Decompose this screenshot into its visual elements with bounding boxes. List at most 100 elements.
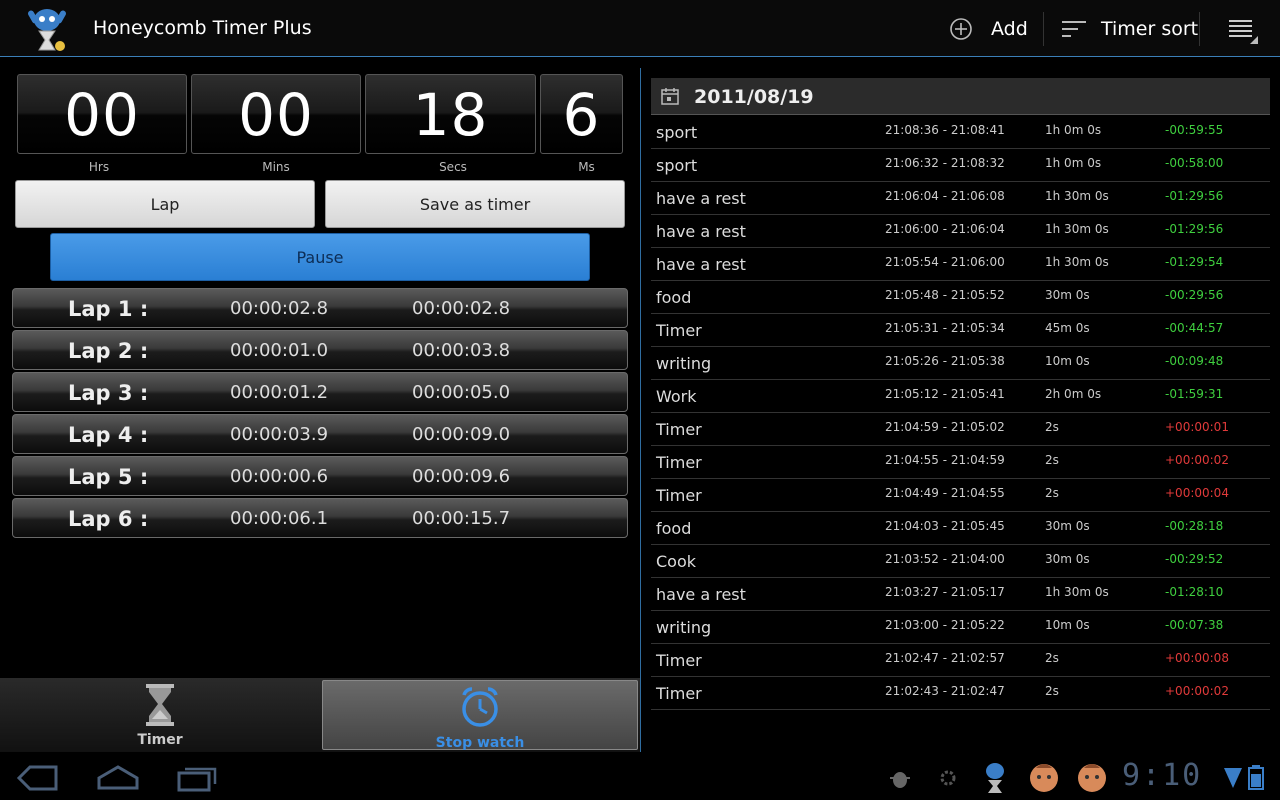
history-difference: -00:29:56 bbox=[1165, 288, 1224, 302]
history-difference: -00:44:57 bbox=[1165, 321, 1224, 335]
tab-stopwatch[interactable]: Stop watch bbox=[322, 680, 638, 751]
history-duration: 1h 30m 0s bbox=[1045, 189, 1109, 203]
history-difference: +00:00:01 bbox=[1165, 420, 1229, 434]
calendar-icon bbox=[661, 88, 679, 105]
tab-timer[interactable]: Timer bbox=[0, 678, 320, 750]
history-difference: -01:29:56 bbox=[1165, 222, 1224, 236]
lap-split: 00:00:06.1 bbox=[230, 508, 329, 529]
history-name: food bbox=[656, 519, 692, 538]
actionbar-divider bbox=[1043, 12, 1044, 46]
history-row[interactable]: Work 21:05:12 - 21:05:41 2h 0m 0s -01:59:31 bbox=[651, 380, 1270, 413]
history-row[interactable]: sport 21:06:32 - 21:08:32 1h 0m 0s -00:58:0… bbox=[651, 149, 1270, 182]
history-row[interactable]: food 21:05:48 - 21:05:52 30m 0s -00:29:56 bbox=[651, 281, 1270, 314]
back-icon[interactable] bbox=[16, 764, 58, 792]
history-duration: 30m 0s bbox=[1045, 288, 1090, 302]
history-name: Work bbox=[656, 387, 697, 406]
history-row[interactable]: Timer 21:04:49 - 21:04:55 2s +00:00:04 bbox=[651, 479, 1270, 512]
timer-sort-button[interactable]: Timer sort bbox=[1060, 14, 1198, 44]
add-circle-icon bbox=[950, 18, 972, 40]
alarm-clock-icon bbox=[462, 687, 498, 727]
lap-total: 00:00:09.6 bbox=[412, 466, 511, 487]
history-row[interactable]: have a rest 21:06:00 - 21:06:04 1h 30m 0s -… bbox=[651, 215, 1270, 248]
lap-total: 00:00:09.0 bbox=[412, 424, 511, 445]
history-row[interactable]: Timer 21:04:59 - 21:05:02 2s +00:00:01 bbox=[651, 413, 1270, 446]
save-as-timer-button[interactable]: Save as timer bbox=[325, 180, 625, 228]
add-label: Add bbox=[991, 18, 1028, 40]
history-row[interactable]: writing 21:05:26 - 21:05:38 10m 0s -00:09:4… bbox=[651, 347, 1270, 380]
lap-split: 00:00:03.9 bbox=[230, 424, 329, 445]
history-row[interactable]: have a rest 21:05:54 - 21:06:00 1h 30m 0s -… bbox=[651, 248, 1270, 281]
history-row[interactable]: have a rest 21:03:27 - 21:05:17 1h 30m 0s -… bbox=[651, 578, 1270, 611]
history-duration: 10m 0s bbox=[1045, 618, 1090, 632]
history-date-header: 2011/08/19 bbox=[651, 78, 1270, 115]
history-duration: 10m 0s bbox=[1045, 354, 1090, 368]
history-time-range: 21:02:43 - 21:02:47 bbox=[885, 684, 1005, 698]
history-row[interactable]: food 21:04:03 - 21:05:45 30m 0s -00:28:18 bbox=[651, 512, 1270, 545]
hours-label: Hrs bbox=[88, 160, 110, 174]
history-date: 2011/08/19 bbox=[694, 86, 814, 108]
history-time-range: 21:02:47 - 21:02:57 bbox=[885, 651, 1005, 665]
history-row[interactable]: sport 21:08:36 - 21:08:41 1h 0m 0s -00:59:5… bbox=[651, 116, 1270, 149]
android-debug-icon bbox=[890, 772, 910, 788]
history-name: Timer bbox=[656, 486, 702, 505]
history-name: Timer bbox=[656, 651, 702, 670]
lap-total: 00:00:15.7 bbox=[412, 508, 511, 529]
history-name: Timer bbox=[656, 321, 702, 340]
hours-display: 00 bbox=[17, 74, 187, 154]
history-difference: +00:00:08 bbox=[1165, 651, 1229, 665]
overflow-menu-icon[interactable] bbox=[1226, 16, 1260, 46]
pause-button[interactable]: Pause bbox=[50, 233, 590, 281]
history-duration: 30m 0s bbox=[1045, 552, 1090, 566]
history-row[interactable]: Timer 21:02:43 - 21:02:47 2s +00:00:02 bbox=[651, 677, 1270, 710]
seconds-display: 18 bbox=[365, 74, 536, 154]
history-time-range: 21:05:26 - 21:05:38 bbox=[885, 354, 1005, 368]
lap-button[interactable]: Lap bbox=[15, 180, 315, 228]
history-time-range: 21:04:03 - 21:05:45 bbox=[885, 519, 1005, 533]
history-time-range: 21:04:55 - 21:04:59 bbox=[885, 453, 1005, 467]
history-name: Timer bbox=[656, 453, 702, 472]
history-difference: -00:09:48 bbox=[1165, 354, 1224, 368]
pane-divider bbox=[640, 68, 641, 752]
history-duration: 2s bbox=[1045, 486, 1059, 500]
history-difference: -00:59:55 bbox=[1165, 123, 1224, 137]
actionbar-divider bbox=[1199, 12, 1200, 46]
history-name: sport bbox=[656, 156, 698, 175]
history-row[interactable]: Cook 21:03:52 - 21:04:00 30m 0s -00:29:52 bbox=[651, 545, 1270, 578]
add-button[interactable]: Add bbox=[948, 14, 1028, 44]
tab-stopwatch-label: Stop watch bbox=[435, 735, 525, 751]
app-title: Honeycomb Timer Plus bbox=[93, 17, 312, 39]
history-time-range: 21:06:04 - 21:06:08 bbox=[885, 189, 1005, 203]
history-row[interactable]: Timer 21:04:55 - 21:04:59 2s +00:00:02 bbox=[651, 446, 1270, 479]
history-name: writing bbox=[656, 618, 712, 637]
history-time-range: 21:06:00 - 21:06:04 bbox=[885, 222, 1005, 236]
home-icon[interactable] bbox=[96, 764, 140, 792]
history-row[interactable]: have a rest 21:06:04 - 21:06:08 1h 30m 0s -… bbox=[651, 182, 1270, 215]
timer-app-notification-icon bbox=[986, 763, 1004, 793]
hourglass-icon bbox=[146, 684, 174, 726]
system-bar bbox=[0, 752, 1280, 800]
app-logo-icon[interactable] bbox=[22, 4, 72, 52]
lap-split: 00:00:02.8 bbox=[230, 298, 329, 319]
lap-row: Lap 2 : 00:00:01.0 00:00:03.8 bbox=[12, 330, 628, 370]
history-time-range: 21:08:36 - 21:08:41 bbox=[885, 123, 1005, 137]
baby-face-icon bbox=[1030, 764, 1058, 792]
history-duration: 2h 0m 0s bbox=[1045, 387, 1102, 401]
history-time-range: 21:04:49 - 21:04:55 bbox=[885, 486, 1005, 500]
hours-value: 00 bbox=[64, 81, 140, 149]
lap-row: Lap 1 : 00:00:02.8 00:00:02.8 bbox=[12, 288, 628, 328]
lap-label: Lap 4 : bbox=[68, 423, 149, 447]
history-difference: +00:00:04 bbox=[1165, 486, 1229, 500]
history-difference: -01:59:31 bbox=[1165, 387, 1224, 401]
history-time-range: 21:05:48 - 21:05:52 bbox=[885, 288, 1005, 302]
lap-total: 00:00:03.8 bbox=[412, 340, 511, 361]
history-row[interactable]: Timer 21:05:31 - 21:05:34 45m 0s -00:44:57 bbox=[651, 314, 1270, 347]
system-clock: 9:10 bbox=[1122, 758, 1203, 793]
lap-label: Lap 6 : bbox=[68, 507, 149, 531]
recent-apps-icon[interactable] bbox=[176, 764, 218, 792]
seconds-value: 18 bbox=[412, 81, 489, 149]
lap-row: Lap 5 : 00:00:00.6 00:00:09.6 bbox=[12, 456, 628, 496]
history-name: food bbox=[656, 288, 692, 307]
history-name: Cook bbox=[656, 552, 697, 571]
history-row[interactable]: writing 21:03:00 - 21:05:22 10m 0s -00:07:3… bbox=[651, 611, 1270, 644]
history-row[interactable]: Timer 21:02:47 - 21:02:57 2s +00:00:08 bbox=[651, 644, 1270, 677]
